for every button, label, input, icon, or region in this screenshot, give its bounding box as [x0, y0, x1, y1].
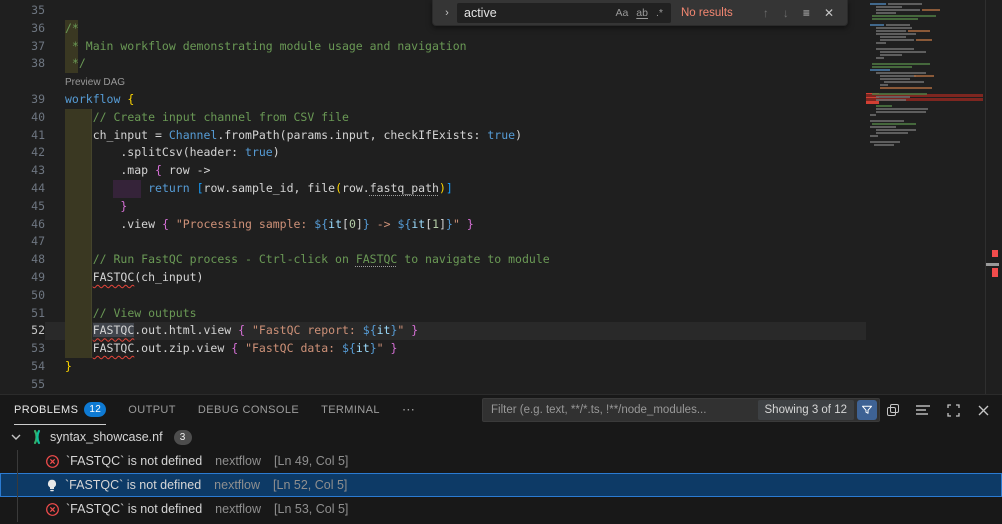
previous-match-icon[interactable]: ↑ — [756, 6, 776, 20]
problem-message: `FASTQC` is not defined — [66, 502, 202, 516]
code-line[interactable]: 40 // Create input channel from CSV file — [0, 109, 866, 127]
ruler-error-mark — [992, 268, 998, 277]
line-number: 53 — [0, 340, 45, 358]
code-line[interactable]: 51 // View outputs — [0, 305, 866, 323]
panel-more-actions-icon[interactable]: ⋯ — [402, 395, 415, 425]
line-number: 54 — [0, 358, 45, 376]
line-number: 41 — [0, 127, 45, 145]
line-number: 51 — [0, 305, 45, 323]
find-in-selection-icon[interactable]: ≡ — [796, 6, 817, 20]
problem-source: nextflow — [215, 454, 261, 468]
code-line[interactable]: 39workflow { — [0, 91, 866, 109]
line-number: 50 — [0, 287, 45, 305]
nextflow-file-icon — [29, 429, 45, 445]
code-line[interactable]: 46 .view { "Processing sample: ${it[0]} … — [0, 216, 866, 234]
ruler-error-mark — [992, 250, 998, 257]
problems-count-badge: 12 — [84, 402, 106, 417]
line-number: 46 — [0, 216, 45, 234]
showing-count-badge: Showing 3 of 12 — [758, 400, 854, 420]
line-number: 49 — [0, 269, 45, 287]
minimap[interactable] — [866, 0, 985, 394]
find-input[interactable]: active Aa ab .* — [457, 3, 671, 23]
code-line[interactable]: 50 — [0, 287, 866, 305]
find-widget: › active Aa ab .* No results ↑ ↓ ≡ ✕ — [432, 0, 848, 26]
error-icon — [45, 502, 60, 517]
file-problem-count-badge: 3 — [174, 430, 192, 445]
filter-funnel-icon[interactable] — [857, 400, 877, 420]
match-case-icon[interactable]: Aa — [611, 7, 632, 19]
line-number: 37 — [0, 38, 45, 56]
panel-header: PROBLEMS12OUTPUTDEBUG CONSOLETERMINAL ⋯ … — [0, 395, 1002, 425]
problem-source: nextflow — [215, 502, 261, 516]
line-number: 47 — [0, 233, 45, 251]
line-number: 43 — [0, 162, 45, 180]
editor[interactable]: 3536/*37 * Main workflow demonstrating m… — [0, 0, 1002, 394]
code-line[interactable]: 42 .splitCsv(header: true) — [0, 144, 866, 162]
code-line[interactable]: 54} — [0, 358, 866, 376]
close-panel-icon[interactable] — [972, 399, 994, 421]
line-number: 48 — [0, 251, 45, 269]
code-line[interactable]: 55 — [0, 376, 866, 394]
line-number: 44 — [0, 180, 45, 198]
whole-word-icon[interactable]: ab — [632, 7, 652, 19]
problem-row[interactable]: `FASTQC` is not defined nextflow [Ln 52, C… — [0, 473, 1002, 497]
code-line[interactable]: 49 FASTQC(ch_input) — [0, 269, 866, 287]
problem-location: [Ln 52, Col 5] — [273, 478, 347, 492]
line-number: 38 — [0, 55, 45, 73]
tree-indent-guide — [17, 450, 18, 522]
code-line[interactable]: 37 * Main workflow demonstrating module … — [0, 38, 866, 56]
error-icon — [45, 454, 60, 469]
tab-problems[interactable]: PROBLEMS12 — [14, 395, 106, 425]
code-area[interactable]: 3536/*37 * Main workflow demonstrating m… — [0, 2, 866, 394]
code-line[interactable]: 43 .map { row -> — [0, 162, 866, 180]
maximize-panel-icon[interactable] — [942, 399, 964, 421]
code-line[interactable]: 45 } — [0, 198, 866, 216]
overview-ruler[interactable] — [985, 0, 1002, 394]
code-line[interactable]: 48 // Run FastQC process - Ctrl-click on… — [0, 251, 866, 269]
collapse-all-icon[interactable] — [882, 399, 904, 421]
problems-filter-input[interactable]: Filter (e.g. text, **/*.ts, !**/node_mod… — [482, 398, 880, 422]
codelens-preview-dag[interactable]: Preview DAG — [65, 77, 125, 88]
tab-debug-console[interactable]: DEBUG CONSOLE — [198, 395, 299, 425]
line-number: 40 — [0, 109, 45, 127]
code-line[interactable]: 44 return [row.sample_id, file(row.fastq… — [0, 180, 866, 198]
next-match-icon[interactable]: ↓ — [776, 6, 796, 20]
ruler-cursor-mark — [986, 263, 999, 266]
chevron-down-icon[interactable] — [8, 434, 24, 441]
code-line[interactable]: 38 */ — [0, 55, 866, 73]
find-query-text[interactable]: active — [464, 6, 611, 20]
problem-row[interactable]: `FASTQC` is not defined nextflow [Ln 53, C… — [0, 497, 1002, 521]
problem-row[interactable]: `FASTQC` is not defined nextflow [Ln 49, C… — [0, 449, 1002, 473]
vscode-window: 3536/*37 * Main workflow demonstrating m… — [0, 0, 1002, 524]
filter-placeholder: Filter (e.g. text, **/*.ts, !**/node_mod… — [491, 404, 758, 416]
view-as-table-icon[interactable] — [912, 399, 934, 421]
problems-list: syntax_showcase.nf 3 `FASTQC` is not def… — [0, 425, 1002, 524]
code-line[interactable]: 47 — [0, 233, 866, 251]
file-name: syntax_showcase.nf — [50, 430, 163, 444]
problems-file-row[interactable]: syntax_showcase.nf 3 — [0, 425, 1002, 449]
tab-output[interactable]: OUTPUT — [128, 395, 176, 425]
find-results-count: No results — [681, 7, 756, 19]
problem-message: `FASTQC` is not defined — [66, 454, 202, 468]
code-line[interactable]: 41 ch_input = Channel.fromPath(params.in… — [0, 127, 866, 145]
regex-icon[interactable]: .* — [652, 7, 667, 19]
line-number: 55 — [0, 376, 45, 394]
line-number: 35 — [0, 2, 45, 20]
code-line[interactable]: 53 FASTQC.out.zip.view { "FastQC data: $… — [0, 340, 866, 358]
problem-message: `FASTQC` is not defined — [65, 478, 201, 492]
problem-location: [Ln 53, Col 5] — [274, 502, 348, 516]
toggle-replace-icon[interactable]: › — [439, 7, 455, 19]
code-line[interactable]: 52 FASTQC.out.html.view { "FastQC report… — [0, 322, 866, 340]
problems-panel: PROBLEMS12OUTPUTDEBUG CONSOLETERMINAL ⋯ … — [0, 394, 1002, 524]
line-number: 45 — [0, 198, 45, 216]
problem-location: [Ln 49, Col 5] — [274, 454, 348, 468]
problem-source: nextflow — [214, 478, 260, 492]
close-find-icon[interactable]: ✕ — [817, 6, 841, 20]
tab-terminal[interactable]: TERMINAL — [321, 395, 380, 425]
line-number: 42 — [0, 144, 45, 162]
lightbulb-icon — [45, 478, 59, 493]
line-number: 39 — [0, 91, 45, 109]
line-number: 52 — [0, 322, 45, 340]
line-number: 36 — [0, 20, 45, 38]
